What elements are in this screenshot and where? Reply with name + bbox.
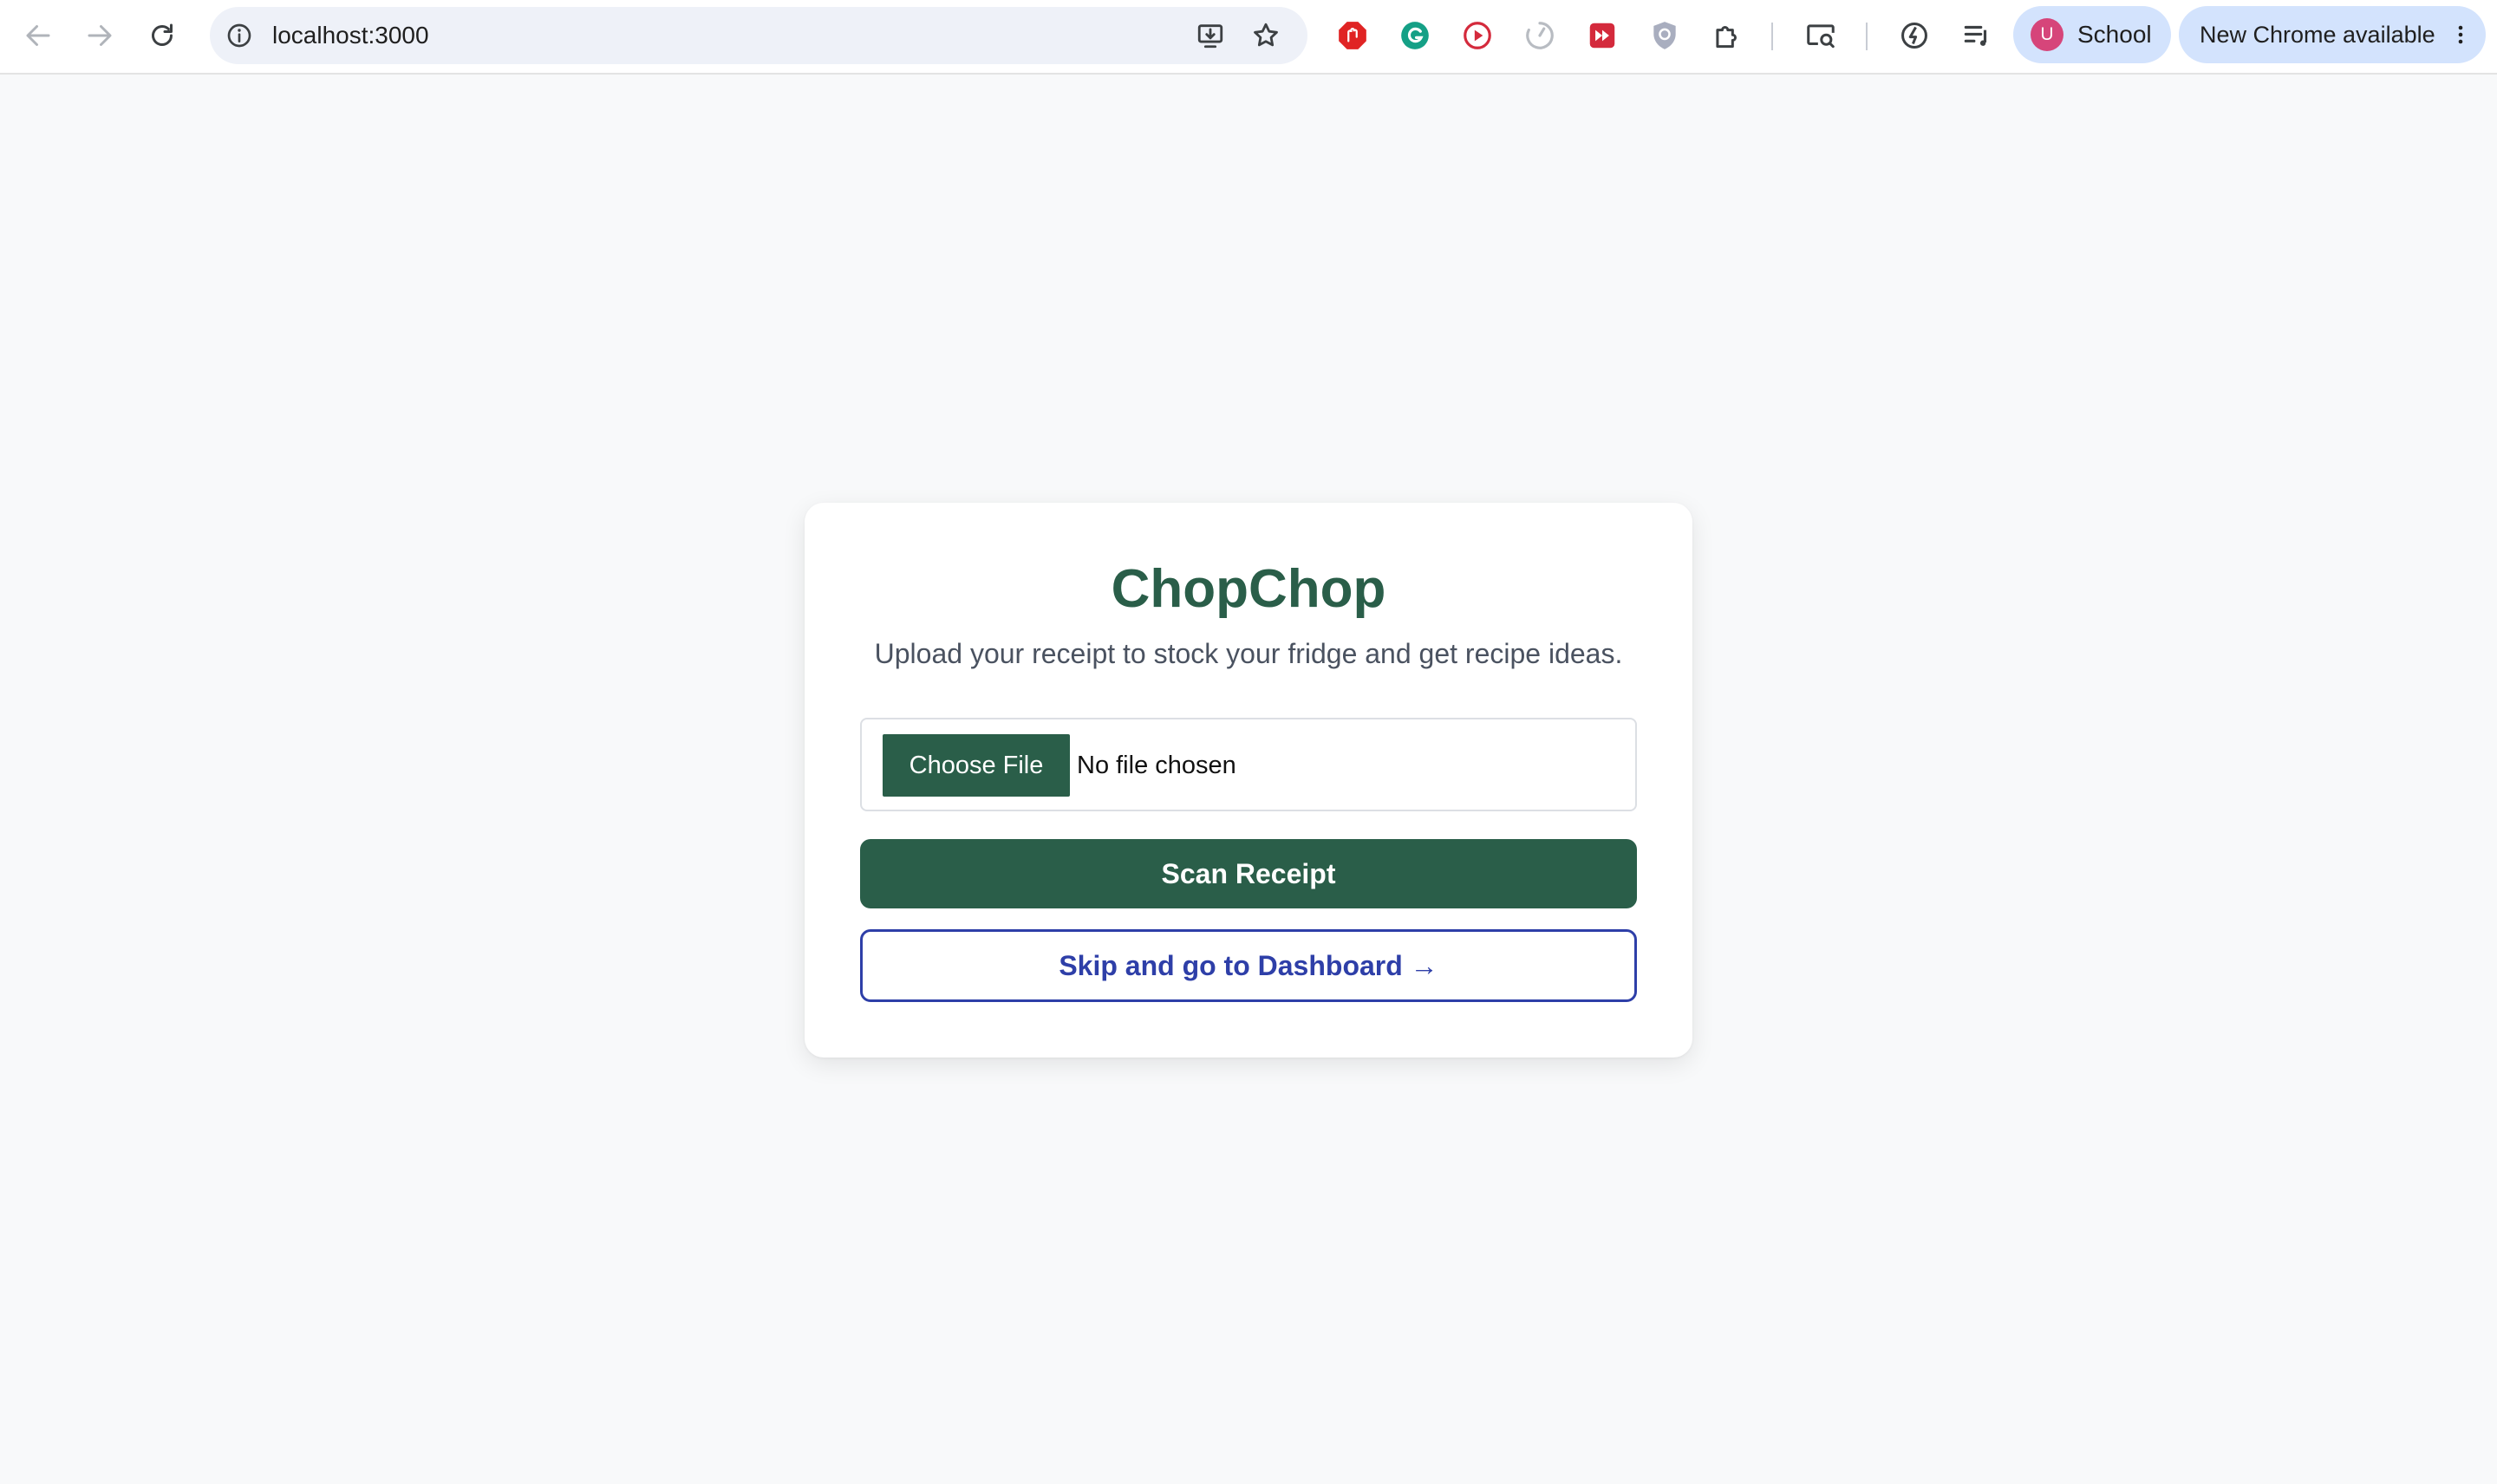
media-controls-icon[interactable] (1958, 16, 1996, 55)
url-text[interactable]: localhost:3000 (272, 7, 429, 64)
performance-icon[interactable] (1895, 16, 1933, 55)
media-extension-icon[interactable] (1458, 16, 1496, 55)
search-tab-icon[interactable] (1802, 16, 1840, 55)
profile-button[interactable]: U School (2013, 6, 2171, 63)
video-extension-icon[interactable] (1583, 16, 1621, 55)
install-app-icon[interactable] (1191, 16, 1229, 55)
forward-icon[interactable] (81, 16, 119, 55)
choose-file-button[interactable]: Choose File (883, 734, 1070, 797)
toolbar-divider (1771, 23, 1773, 50)
browser-toolbar: localhost:3000 U School New Chrome avail… (0, 0, 2497, 75)
grammarly-extension-icon[interactable] (1396, 16, 1434, 55)
skip-to-dashboard-button[interactable]: Skip and go to Dashboard → (860, 929, 1637, 1002)
update-label: New Chrome available (2200, 22, 2435, 48)
app-title: ChopChop (1111, 559, 1386, 619)
address-bar[interactable]: localhost:3000 (210, 7, 1307, 64)
extensions-puzzle-icon[interactable] (1708, 16, 1746, 55)
upload-card: ChopChop Upload your receipt to stock yo… (805, 503, 1692, 1058)
shield-extension-icon[interactable] (1646, 16, 1684, 55)
profile-name: School (2077, 21, 2152, 48)
kebab-menu-icon[interactable] (2448, 16, 2474, 54)
bookmark-star-icon[interactable] (1247, 16, 1285, 55)
reload-icon[interactable] (143, 16, 181, 55)
app-subtitle: Upload your receipt to stock your fridge… (874, 638, 1623, 669)
adblock-extension-icon[interactable] (1333, 16, 1372, 55)
timer-extension-icon[interactable] (1521, 16, 1559, 55)
site-info-icon[interactable] (220, 16, 258, 55)
update-chrome-button[interactable]: New Chrome available (2179, 6, 2486, 63)
avatar: U (2031, 18, 2063, 51)
scan-receipt-button[interactable]: Scan Receipt (860, 839, 1637, 908)
file-status-text: No file chosen (1077, 752, 1236, 779)
toolbar-divider (1866, 23, 1868, 50)
back-icon[interactable] (19, 16, 57, 55)
receipt-file-input[interactable]: Choose File No file chosen (860, 718, 1637, 811)
